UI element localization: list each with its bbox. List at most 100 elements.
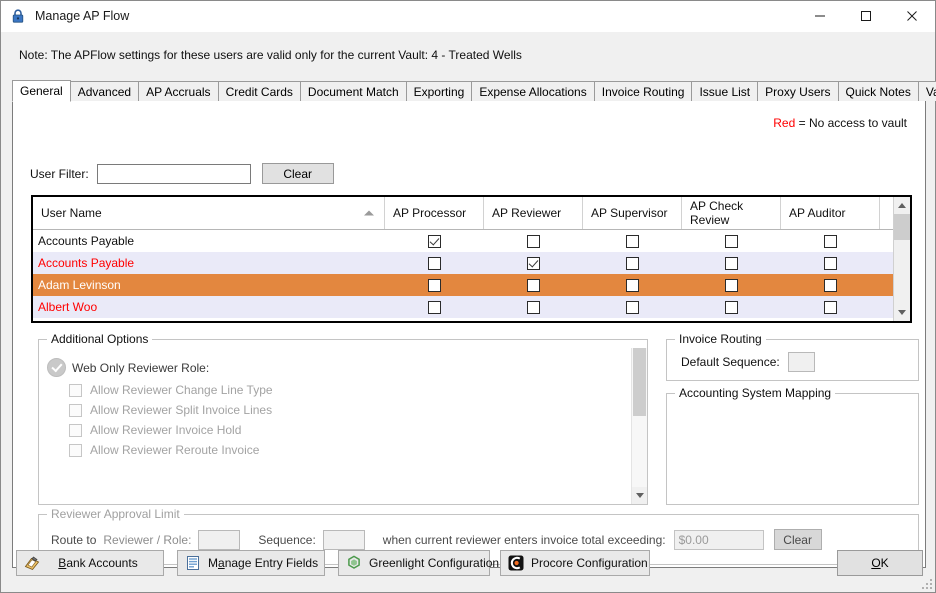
checkbox-ap-check-review[interactable] — [725, 256, 738, 270]
scroll-thumb[interactable] — [633, 348, 646, 416]
tab-proxy-users[interactable]: Proxy Users — [757, 81, 839, 101]
tab-general[interactable]: General — [12, 80, 71, 102]
default-sequence-input[interactable] — [787, 352, 815, 372]
checkbox-allow-invoice-hold[interactable] — [69, 423, 82, 437]
procore-configuration-label: Procore Configuration — [531, 556, 648, 570]
checkbox-ap-check-review[interactable] — [725, 300, 738, 314]
cell-ap-supervisor[interactable] — [583, 300, 682, 314]
checkbox-allow-reroute-invoice[interactable] — [69, 443, 82, 457]
checkbox-ap-supervisor[interactable] — [626, 234, 639, 248]
checkbox-ap-check-review[interactable] — [725, 234, 738, 248]
checkbox-ap-auditor[interactable] — [824, 234, 837, 248]
column-header-ap-auditor[interactable]: AP Auditor — [781, 197, 880, 229]
tab-label: Expense Allocations — [479, 84, 587, 99]
cell-ap-reviewer[interactable] — [484, 234, 583, 248]
tab-quick-notes[interactable]: Quick Notes — [837, 81, 919, 101]
checkbox-ap-reviewer[interactable] — [527, 300, 540, 314]
cell-ap-auditor[interactable] — [781, 278, 880, 292]
additional-options-scrollbar[interactable] — [631, 348, 647, 504]
table-row[interactable]: Adam Levinson — [33, 274, 893, 296]
tab-ap-accruals[interactable]: AP Accruals — [138, 81, 219, 101]
ok-button[interactable]: OK — [837, 550, 923, 576]
tab-exporting[interactable]: Exporting — [405, 81, 473, 101]
cell-ap-supervisor[interactable] — [583, 256, 682, 270]
tab-issue-list[interactable]: Issue List — [691, 81, 759, 101]
checkbox-ap-reviewer[interactable] — [527, 234, 540, 248]
column-header-ap-check-review[interactable]: AP Check Review — [682, 197, 781, 229]
scroll-down-arrow-icon[interactable] — [632, 487, 647, 504]
cell-ap-auditor[interactable] — [781, 234, 880, 248]
checkbox-ap-supervisor[interactable] — [626, 278, 639, 292]
web-only-reviewer-role-row[interactable]: Web Only Reviewer Role: — [47, 358, 631, 377]
checkbox-ap-supervisor[interactable] — [626, 300, 639, 314]
column-header-ap-supervisor[interactable]: AP Supervisor — [583, 197, 682, 229]
scroll-thumb[interactable] — [894, 214, 910, 240]
user-filter-input[interactable] — [96, 163, 251, 184]
cell-ap-check-review[interactable] — [682, 256, 781, 270]
option-allow-reroute-invoice[interactable]: Allow Reviewer Reroute Invoice — [69, 443, 631, 457]
column-header-label: AP Check Review — [690, 199, 744, 227]
tab-advanced[interactable]: Advanced — [69, 81, 140, 101]
tab-expense-allocations[interactable]: Expense Allocations — [471, 81, 595, 101]
tab-label: Proxy Users — [765, 84, 831, 99]
tab-validation[interactable]: Validation — [917, 81, 936, 101]
checkbox-ap-processor[interactable] — [428, 234, 441, 248]
bank-accounts-button[interactable]: Bank Accounts — [16, 550, 164, 576]
checkbox-allow-split-invoice-lines[interactable] — [69, 403, 82, 417]
cell-ap-reviewer[interactable] — [484, 278, 583, 292]
checkbox-ap-auditor[interactable] — [824, 256, 837, 270]
checkbox-ap-check-review[interactable] — [725, 278, 738, 292]
cell-ap-reviewer[interactable] — [484, 300, 583, 314]
manage-entry-fields-button[interactable]: Manage Entry Fields — [177, 550, 325, 576]
users-grid-scrollbar[interactable] — [893, 197, 910, 321]
cell-ap-processor[interactable] — [385, 234, 484, 248]
column-header-ap-processor[interactable]: AP Processor — [385, 197, 484, 229]
cell-ap-supervisor[interactable] — [583, 234, 682, 248]
greenlight-configuration-button[interactable]: Greenlight Configuration — [338, 550, 499, 576]
option-allow-invoice-hold[interactable]: Allow Reviewer Invoice Hold — [69, 423, 631, 437]
column-header-ap-reviewer[interactable]: AP Reviewer — [484, 197, 583, 229]
checkbox-ap-processor[interactable] — [428, 278, 441, 292]
scroll-down-arrow-icon[interactable] — [894, 304, 910, 321]
checkbox-ap-reviewer[interactable] — [527, 256, 540, 270]
check-circle-icon[interactable] — [47, 358, 66, 377]
scroll-track[interactable] — [894, 214, 910, 304]
scroll-up-arrow-icon[interactable] — [894, 197, 910, 214]
option-allow-split-invoice-lines[interactable]: Allow Reviewer Split Invoice Lines — [69, 403, 631, 417]
cell-ap-check-review[interactable] — [682, 300, 781, 314]
tab-credit-cards[interactable]: Credit Cards — [217, 81, 301, 101]
accounting-system-mapping-title: Accounting System Mapping — [675, 386, 836, 400]
cell-ap-auditor[interactable] — [781, 256, 880, 270]
table-row[interactable]: Accounts Payable — [33, 230, 893, 252]
cell-ap-supervisor[interactable] — [583, 278, 682, 292]
tab-label: Credit Cards — [225, 84, 293, 99]
checkbox-ap-reviewer[interactable] — [527, 278, 540, 292]
checkbox-ap-processor[interactable] — [428, 300, 441, 314]
table-row[interactable]: Albert Woo — [33, 296, 893, 318]
checkbox-ap-auditor[interactable] — [824, 300, 837, 314]
cell-ap-reviewer[interactable] — [484, 256, 583, 270]
cell-ap-processor[interactable] — [385, 278, 484, 292]
cell-ap-check-review[interactable] — [682, 278, 781, 292]
table-row[interactable]: Accounts Payable — [33, 252, 893, 274]
resize-grip[interactable] — [920, 577, 932, 589]
clear-filter-button[interactable]: Clear — [261, 163, 334, 184]
procore-configuration-button[interactable]: Procore Configuration — [500, 550, 650, 576]
tab-invoice-routing[interactable]: Invoice Routing — [593, 81, 693, 101]
checkbox-ap-auditor[interactable] — [824, 278, 837, 292]
cell-ap-processor[interactable] — [385, 256, 484, 270]
cell-ap-check-review[interactable] — [682, 234, 781, 248]
column-header-user-name[interactable]: User Name — [33, 197, 385, 229]
checkbox-ap-supervisor[interactable] — [626, 256, 639, 270]
close-button[interactable] — [889, 1, 935, 31]
users-grid-body: Accounts Payable Accounts Payable Adam L… — [33, 230, 893, 321]
checkbox-ap-processor[interactable] — [428, 256, 441, 270]
checkbox-allow-change-line-type[interactable] — [69, 383, 82, 397]
scroll-track[interactable] — [632, 348, 647, 487]
cell-ap-processor[interactable] — [385, 300, 484, 314]
option-allow-change-line-type[interactable]: Allow Reviewer Change Line Type — [69, 383, 631, 397]
maximize-button[interactable] — [843, 1, 889, 31]
cell-ap-auditor[interactable] — [781, 300, 880, 314]
tab-document-match[interactable]: Document Match — [299, 81, 407, 101]
minimize-button[interactable] — [797, 1, 843, 31]
